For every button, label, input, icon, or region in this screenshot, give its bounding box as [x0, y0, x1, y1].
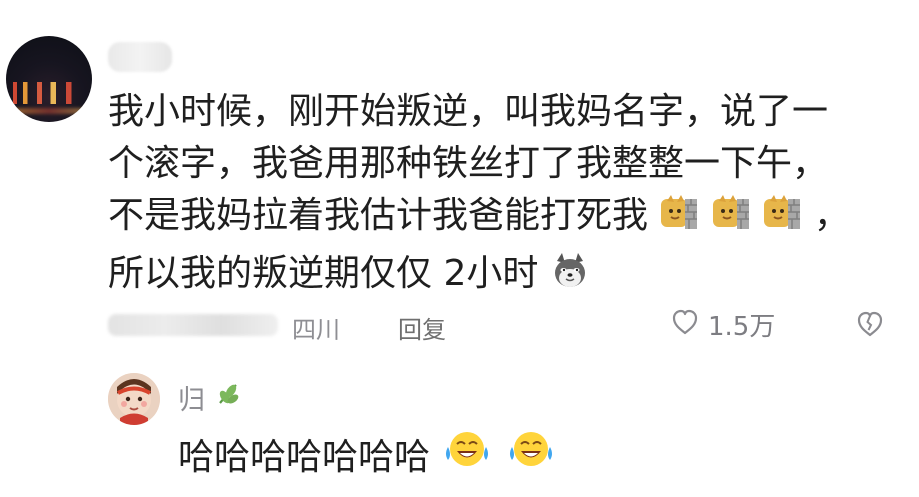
- cat-behind-wall-icon: [762, 193, 802, 248]
- girl-avatar-icon: [108, 373, 160, 425]
- main-avatar[interactable]: [6, 36, 92, 122]
- heart-icon: [670, 307, 700, 343]
- husky-icon: [550, 251, 590, 306]
- reply-user-row: 归: [178, 378, 243, 417]
- comment-location: 四川: [292, 316, 340, 344]
- comment-line-1: 我小时候，刚开始叛逆，叫我妈名字，说了一: [108, 91, 829, 132]
- main-comment-text: 我小时候，刚开始叛逆，叫我妈名字，说了一 个滚字，我爸用那种铁丝打了我整整一下午…: [108, 86, 878, 306]
- comment-line-4: 所以我的叛逆期仅仅 2小时: [108, 248, 878, 306]
- comment-line-3-suffix: ，: [813, 195, 850, 236]
- city-reflection-graphic: [12, 108, 86, 114]
- cat-behind-wall-icon: [659, 193, 699, 248]
- dislike-button[interactable]: [854, 308, 886, 346]
- leaf-icon: [213, 379, 243, 416]
- comment-line-4-text: 所以我的叛逆期仅仅 2小时: [108, 253, 539, 294]
- like-button[interactable]: 1.5万: [670, 306, 775, 343]
- tears-of-joy-icon: [504, 429, 558, 480]
- comment-line-3: 不是我妈拉着我估计我爸能打死我 ，: [108, 190, 878, 248]
- reply-username[interactable]: 归: [178, 378, 205, 417]
- comment-line-2: 个滚字，我爸用那种铁丝打了我整整一下午，: [108, 143, 829, 184]
- blurred-time: [108, 314, 278, 336]
- reply-button[interactable]: 回复: [398, 310, 446, 345]
- reply-avatar[interactable]: [108, 373, 160, 425]
- tears-of-joy-icon: [440, 429, 494, 480]
- broken-heart-icon: [854, 311, 886, 346]
- like-count: 1.5万: [708, 312, 776, 342]
- reply-comment-text: 哈哈哈哈哈哈哈: [178, 428, 558, 480]
- comment-meta-row: 四川 回复 1.5万: [108, 306, 898, 346]
- blurred-username: [108, 42, 172, 72]
- city-lights-graphic: [6, 82, 92, 104]
- reply-text-body: 哈哈哈哈哈哈哈: [178, 437, 431, 478]
- comment-line-3-text: 不是我妈拉着我估计我爸能打死我: [108, 195, 649, 236]
- cat-behind-wall-icon: [711, 193, 751, 248]
